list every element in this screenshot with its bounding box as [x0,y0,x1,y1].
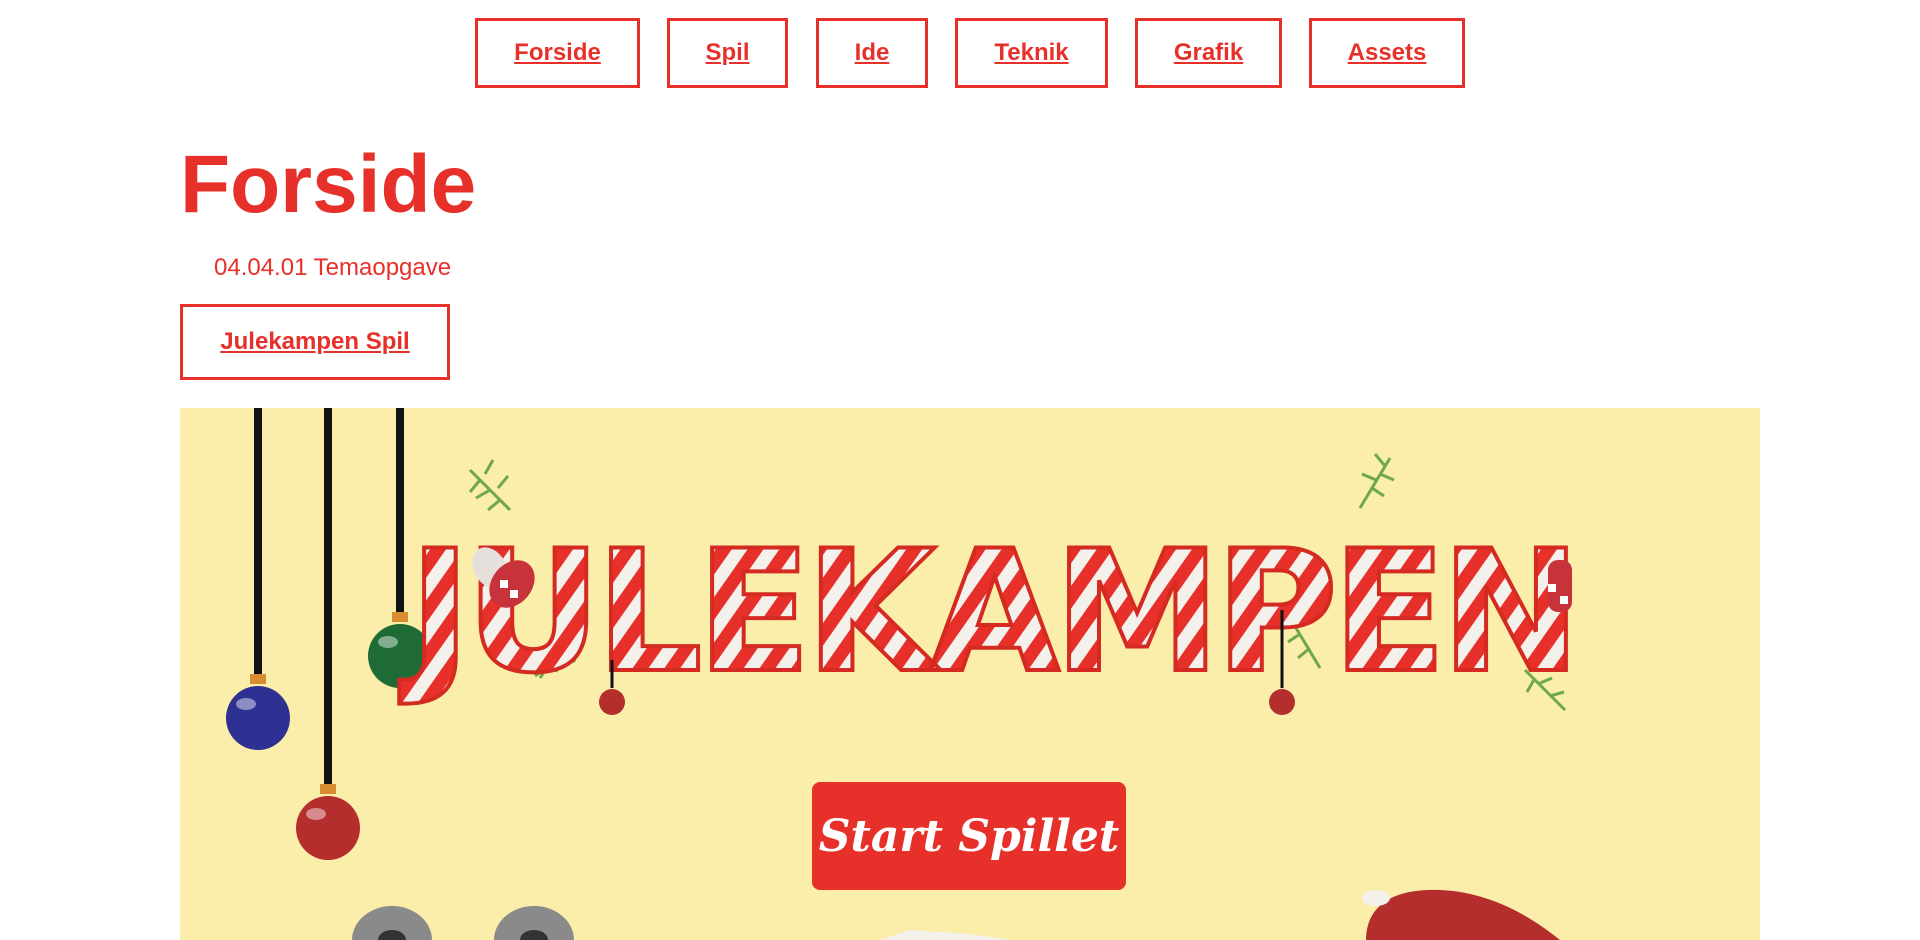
ornament-red-icon [296,408,360,860]
ornament-blue-icon [226,408,290,750]
game-preview[interactable]: JULEKAMPEN Start Spillet [180,408,1760,940]
snow-shape-icon [880,930,1010,940]
main-nav: Forside Spil Ide Teknik Grafik Assets [0,18,1920,94]
nav-assets-button[interactable]: Assets [1309,18,1465,88]
nav-ide-button[interactable]: Ide [816,18,928,88]
start-game-button[interactable]: Start Spillet [812,782,1126,890]
nav-grafik-button[interactable]: Grafik [1135,18,1282,88]
nav-spil-button[interactable]: Spil [667,18,788,88]
julekampen-game-link[interactable]: Julekampen Spil [180,304,450,380]
page-subtitle: 04.04.01 Temaopgave [214,254,452,281]
hat-pompom-icon [1362,890,1390,906]
nav-forside-button[interactable]: Forside [475,18,640,88]
santa-hat-icon [1366,889,1560,940]
character-eyes-icon [352,906,574,940]
nav-teknik-button[interactable]: Teknik [955,18,1108,88]
page-title: Forside [180,139,477,230]
julekampen-logo: JULEKAMPEN [399,514,1576,710]
